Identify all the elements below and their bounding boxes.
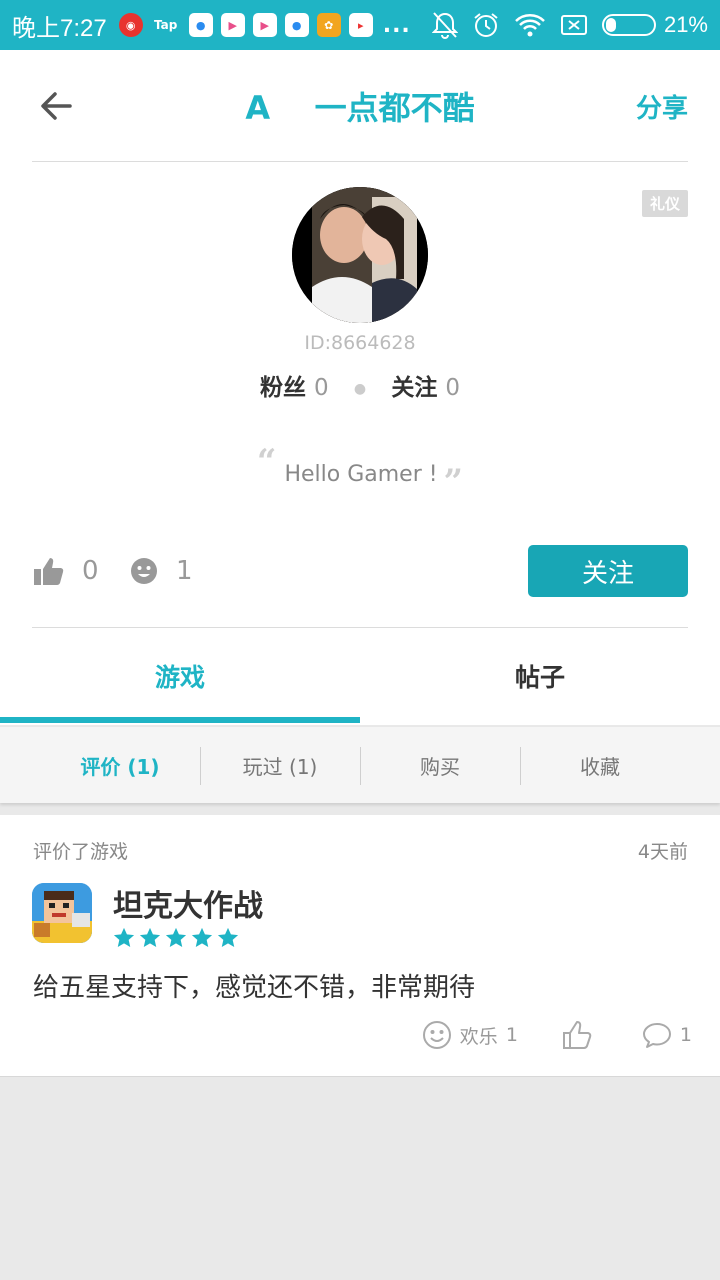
play-store-icon: ▶ <box>220 13 245 37</box>
tank-game-artwork <box>32 883 92 943</box>
battery-level <box>605 18 616 32</box>
star-rating <box>113 927 239 949</box>
avatar-photo <box>292 187 428 323</box>
notification-icons: ◉ Tap ● ▶ ▶ ● ✿ ▸ ... <box>118 12 411 38</box>
comment-count: 1 <box>679 1024 692 1046</box>
app-notification-icon: ● <box>284 13 309 37</box>
etiquette-badge[interactable]: 礼仪 <box>641 190 688 217</box>
subtab-favorites[interactable]: 收藏 <box>520 727 680 803</box>
smiley-face-icon <box>422 1021 451 1049</box>
star-icon <box>139 927 161 947</box>
profile-card: A 一点都不酷 分享 礼仪 ID:8664628 粉丝 0 ● 关注 0 “ Hell… <box>0 50 720 725</box>
happy-count: 1 <box>176 556 193 586</box>
thumbs-up-outline-icon <box>562 1021 592 1049</box>
app-notification-icon: ● <box>188 13 213 37</box>
happy-reaction-button[interactable]: 欢乐 1 <box>422 1020 518 1050</box>
uc-browser-icon: ✿ <box>316 13 341 37</box>
active-tab-indicator <box>0 717 360 723</box>
status-bar: 晚上7:27 ◉ Tap ● ▶ ▶ ● ✿ ▸ ... 21% <box>0 0 720 50</box>
more-notifications: ... <box>382 12 411 38</box>
follow-button[interactable]: 关注 <box>528 545 688 597</box>
taptap-icon: Tap <box>154 18 178 32</box>
star-icon <box>217 927 239 947</box>
like-count: 0 <box>82 556 99 586</box>
subtab-played[interactable]: 玩过 (1) <box>200 727 360 803</box>
review-subtabs: 评价 (1) 玩过 (1) 购买 收藏 <box>0 727 720 803</box>
review-item[interactable]: 评价了游戏 4天前 坦克大作战 给五星支持下，感觉还不错，非常期待 欢乐 1 1 <box>0 815 720 1077</box>
tab-games[interactable]: 游戏 <box>0 627 360 725</box>
user-id: ID:8664628 <box>304 332 416 354</box>
status-time: 晚上7:27 <box>12 14 107 42</box>
battery-icon <box>601 14 656 36</box>
comment-button[interactable]: 1 <box>642 1021 692 1049</box>
game-name[interactable]: 坦克大作战 <box>113 881 263 925</box>
review-action-label: 评价了游戏 <box>33 841 129 863</box>
review-text: 给五星支持下，感觉还不错，非常期待 <box>33 973 476 1003</box>
game-icon[interactable] <box>32 883 92 943</box>
happy-reaction-count: 1 <box>505 1024 518 1046</box>
thumbs-up-icon <box>34 558 64 585</box>
subtab-reviews[interactable]: 评价 (1) <box>40 727 200 803</box>
review-time: 4天前 <box>637 841 688 863</box>
smiley-face-icon <box>131 558 157 584</box>
stats-separator: ● <box>353 380 367 397</box>
wifi-icon <box>515 14 545 37</box>
star-icon <box>113 927 135 947</box>
open-quote-icon: “ <box>256 442 277 482</box>
subtab-purchased[interactable]: 购买 <box>360 727 520 803</box>
bell-off-icon <box>431 12 458 39</box>
review-actions: 欢乐 1 1 <box>422 1020 692 1050</box>
battery-percent: 21% <box>663 12 708 37</box>
like-button[interactable] <box>562 1020 592 1050</box>
comment-bubble-icon <box>642 1023 671 1048</box>
happy-stat: 1 <box>130 556 193 586</box>
play-store-icon: ▶ <box>252 13 277 37</box>
close-quote-icon: ” <box>443 462 464 502</box>
like-stat: 0 <box>34 556 99 586</box>
following-count[interactable]: 0 <box>445 375 460 401</box>
system-icons: 21% <box>431 11 708 39</box>
video-app-icon: ▸ <box>348 13 373 37</box>
fans-count[interactable]: 0 <box>314 375 329 401</box>
signature-text: Hello Gamer ! <box>284 462 438 487</box>
star-icon <box>165 927 187 947</box>
follow-stats: 粉丝 0 ● 关注 0 <box>0 368 720 402</box>
share-button[interactable]: 分享 <box>636 88 688 125</box>
netease-music-icon: ◉ <box>118 13 143 37</box>
alarm-icon <box>474 13 498 37</box>
star-icon <box>191 927 213 947</box>
page-title: A 一点都不酷 <box>245 89 475 127</box>
tab-posts[interactable]: 帖子 <box>360 627 720 725</box>
signature-quote: “ Hello Gamer !” <box>0 442 720 502</box>
following-label[interactable]: 关注 <box>391 375 437 401</box>
avatar[interactable] <box>292 187 428 323</box>
no-sim-icon <box>560 15 587 35</box>
fans-label[interactable]: 粉丝 <box>260 375 306 401</box>
top-nav: A 一点都不酷 分享 <box>32 50 688 162</box>
happy-label: 欢乐 <box>459 1025 498 1048</box>
battery-indicator: 21% <box>601 12 708 38</box>
